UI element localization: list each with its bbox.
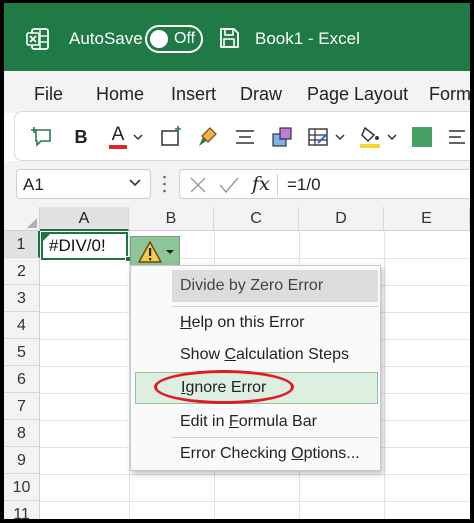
enter-icon[interactable]: [218, 175, 240, 195]
name-box[interactable]: A1: [16, 169, 151, 199]
menu-item-label: Edit in Formula Bar: [180, 413, 317, 431]
align-center-icon[interactable]: [233, 124, 257, 150]
insert-function-button[interactable]: fx: [252, 173, 270, 195]
title-bar: AutoSave Off Book1 - Excel: [4, 3, 470, 71]
row-header-10[interactable]: 10: [4, 474, 40, 501]
row-header-11[interactable]: 11: [4, 501, 40, 519]
document-title: Book1 - Excel: [255, 29, 360, 48]
autosave-state: Off: [174, 30, 196, 47]
column-header-d[interactable]: D: [299, 207, 384, 231]
autosave-toggle[interactable]: Off: [145, 25, 203, 53]
label-post: ptions...: [303, 445, 360, 462]
column-header-a[interactable]: A: [40, 207, 129, 231]
select-all-triangle: [27, 218, 37, 228]
tab-page-layout[interactable]: Page Layout: [307, 84, 408, 105]
tab-file[interactable]: File: [34, 84, 63, 105]
bold-button[interactable]: B: [71, 124, 91, 150]
highlight-ring: [154, 370, 294, 404]
gridline: [40, 501, 470, 502]
menu-item-ignore-error[interactable]: Ignore Error: [135, 370, 378, 404]
error-options-button[interactable]: [130, 236, 180, 266]
select-all-button[interactable]: [4, 207, 40, 231]
format-painter-icon[interactable]: [195, 124, 221, 150]
menu-item-show-calculation-steps[interactable]: Show Calculation Steps: [172, 340, 378, 370]
formula-divider: [277, 174, 278, 196]
label-pre: Edit in: [180, 413, 229, 430]
tab-insert[interactable]: Insert: [171, 84, 216, 105]
format-as-table-icon[interactable]: [305, 124, 331, 150]
menu-tabs: File Home Insert Draw Page Layout Form: [4, 71, 470, 113]
row-header-1[interactable]: 1: [4, 231, 40, 258]
row-header-2[interactable]: 2: [4, 258, 40, 285]
menu-separator: [172, 437, 378, 438]
access-key: H: [180, 314, 192, 331]
fill-color-swatch: [360, 144, 380, 148]
chevron-down-icon[interactable]: [335, 124, 345, 150]
label-post: ormula Bar: [238, 413, 317, 430]
column-header-c[interactable]: C: [214, 207, 299, 231]
error-type-label: Divide by Zero Error: [180, 277, 324, 294]
ribbon-toolbar: B A: [14, 111, 470, 161]
label-post: elp on this Error: [191, 314, 305, 331]
font-color-label: A: [111, 124, 125, 145]
menu-item-label: Help on this Error: [180, 314, 305, 332]
label-pre: Show: [180, 346, 225, 363]
access-key: F: [228, 413, 239, 430]
access-key: O: [291, 445, 304, 462]
save-icon[interactable]: [218, 27, 240, 49]
tab-draw[interactable]: Draw: [240, 84, 282, 105]
gridline: [40, 474, 470, 475]
font-color-swatch: [109, 145, 127, 149]
row-header-4[interactable]: 4: [4, 312, 40, 339]
formula-row: A1 fx =1/0: [4, 161, 470, 207]
chevron-down-icon[interactable]: [133, 124, 143, 150]
row-header-9[interactable]: 9: [4, 447, 40, 474]
error-indicator: [43, 234, 50, 241]
menu-separator: [172, 306, 378, 307]
menu-item-label: Show Calculation Steps: [180, 346, 349, 364]
row-header-5[interactable]: 5: [4, 339, 40, 366]
new-comment-icon[interactable]: [29, 124, 55, 150]
menu-item-edit-in-formula-bar[interactable]: Edit in Formula Bar: [172, 407, 378, 437]
row-header-3[interactable]: 3: [4, 285, 40, 312]
row-header-8[interactable]: 8: [4, 420, 40, 447]
menu-item-error-checking-options[interactable]: Error Checking Options...: [172, 439, 378, 469]
tab-home[interactable]: Home: [96, 84, 144, 105]
gridline: [384, 231, 385, 519]
excel-window: AutoSave Off Book1 - Excel File Home Ins…: [4, 3, 470, 519]
more-options-icon[interactable]: [163, 173, 166, 195]
autosave-label: AutoSave: [69, 29, 143, 48]
cell-a1[interactable]: #DIV/0!: [41, 232, 128, 260]
caret-down-icon: [166, 250, 174, 254]
toggle-knob: [150, 30, 168, 48]
cell-color-swatch[interactable]: [411, 124, 433, 150]
row-header-6[interactable]: 6: [4, 366, 40, 393]
chevron-down-icon[interactable]: [387, 124, 397, 150]
insert-cells-icon[interactable]: [157, 124, 183, 150]
font-color-button[interactable]: A: [107, 124, 129, 150]
column-header-b[interactable]: B: [129, 207, 214, 231]
formula-bar[interactable]: fx =1/0: [179, 169, 470, 199]
menu-item-help-on-error[interactable]: Help on this Error: [172, 308, 378, 338]
access-key: C: [224, 346, 237, 363]
name-box-value: A1: [23, 175, 44, 194]
menu-item-label: Error Checking Options...: [180, 445, 360, 463]
column-header-e[interactable]: E: [384, 207, 470, 231]
error-type-header: Divide by Zero Error: [172, 270, 378, 302]
label-pre: Error Checking: [180, 445, 292, 462]
green-swatch: [412, 127, 432, 147]
error-options-menu: Divide by Zero Error Help on this Error …: [130, 265, 381, 471]
tab-formulas[interactable]: Form: [429, 84, 470, 105]
excel-icon[interactable]: [26, 27, 50, 51]
cell-a1-value: #DIV/0!: [49, 236, 106, 255]
warning-icon: [138, 241, 162, 263]
chevron-down-icon[interactable]: [128, 178, 142, 188]
formula-input[interactable]: =1/0: [287, 175, 321, 195]
label-post: alculation Steps: [236, 346, 349, 363]
align-left-icon[interactable]: [447, 124, 467, 150]
cell-styles-icon[interactable]: [269, 124, 295, 150]
fill-color-icon[interactable]: [357, 124, 383, 150]
cancel-icon[interactable]: [188, 175, 208, 195]
row-header-7[interactable]: 7: [4, 393, 40, 420]
